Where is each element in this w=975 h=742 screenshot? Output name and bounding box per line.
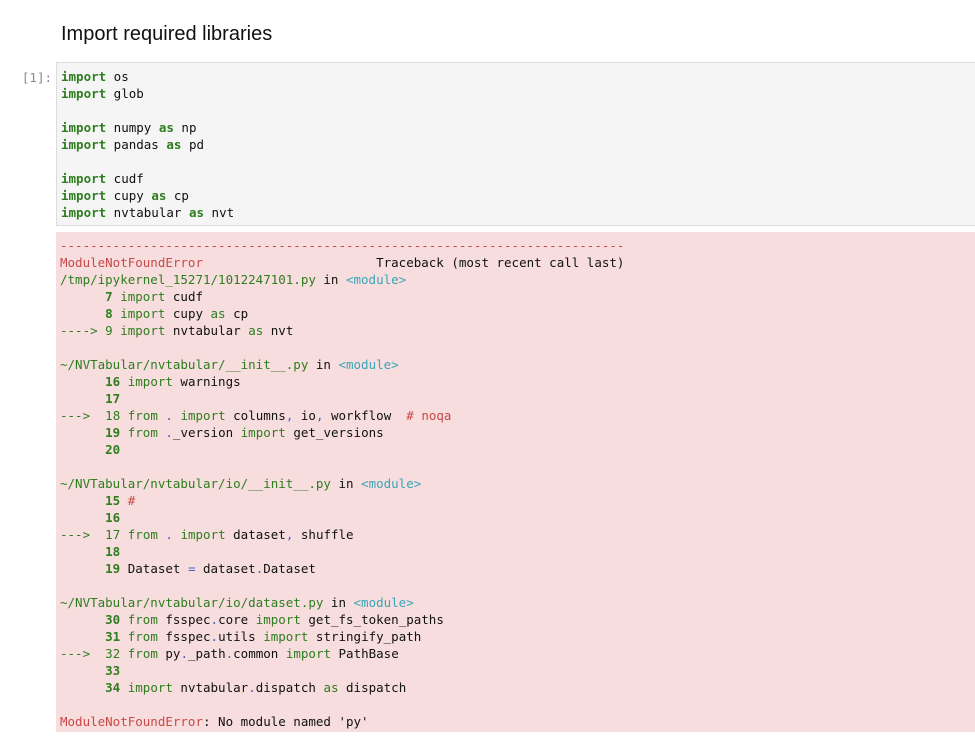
traceback-source-line: 34 import nvtabular.dispatch as dispatch <box>105 680 407 695</box>
traceback-source-line: 30 from fsspec.core import get_fs_token_… <box>105 612 444 627</box>
code-line: import glob <box>61 86 144 101</box>
traceback-source-line: 19 from ._version import get_versions <box>105 425 384 440</box>
traceback-source-line: ----> 9 import nvtabular as nvt <box>60 323 294 338</box>
traceback-source-line: 31 from fsspec.utils import stringify_pa… <box>105 629 422 644</box>
code-editor-content[interactable]: import os import glob import numpy as np im… <box>61 68 234 221</box>
traceback-frame-path: ~/NVTabular/nvtabular/io/dataset.py in <… <box>60 595 414 610</box>
traceback-source-line: 16 <box>105 510 121 525</box>
code-line: import nvtabular as nvt <box>61 205 235 220</box>
traceback-source-line: 20 <box>105 442 121 457</box>
traceback-source-line: 8 import cupy as cp <box>105 306 249 321</box>
final-error-message: ModuleNotFoundError: No module named 'py… <box>60 714 369 729</box>
traceback-source-line: 19 Dataset = dataset.Dataset <box>105 561 316 576</box>
traceback-source-line: 33 <box>105 663 121 678</box>
traceback-frame-path: /tmp/ipykernel_15271/1012247101.py in <m… <box>60 272 407 287</box>
code-line: import numpy as np <box>61 120 197 135</box>
code-line: import cupy as cp <box>61 188 189 203</box>
traceback-source-line: 15 # <box>105 493 136 508</box>
traceback-source-line: ---> 17 from . import dataset, shuffle <box>60 527 354 542</box>
code-line: import cudf <box>61 171 144 186</box>
traceback-separator: ----------------------------------------… <box>60 238 625 253</box>
traceback-source-line: 7 import cudf <box>105 289 204 304</box>
traceback-source-line: 18 <box>105 544 121 559</box>
traceback-content: ----------------------------------------… <box>60 237 624 730</box>
cell-prompt: [1]: <box>21 70 52 85</box>
code-line: import os <box>61 69 129 84</box>
code-cell-editor[interactable]: import os import glob import numpy as np im… <box>56 62 975 226</box>
error-name: ModuleNotFoundError <box>60 255 203 270</box>
traceback-source-line: ---> 32 from py._path.common import Path… <box>60 646 399 661</box>
traceback-source-line: 16 import warnings <box>105 374 241 389</box>
traceback-source-line: ---> 18 from . import columns, io, workf… <box>60 408 452 423</box>
traceback-frame-path: ~/NVTabular/nvtabular/__init__.py in <mo… <box>60 357 399 372</box>
traceback-source-line: 17 <box>105 391 121 406</box>
markdown-heading: Import required libraries <box>61 23 273 45</box>
error-output: ----------------------------------------… <box>56 232 975 732</box>
traceback-frame-path: ~/NVTabular/nvtabular/io/__init__.py in … <box>60 476 422 491</box>
code-line: import pandas as pd <box>61 137 205 152</box>
traceback-header: ModuleNotFoundError Traceback (most rece… <box>60 255 625 270</box>
